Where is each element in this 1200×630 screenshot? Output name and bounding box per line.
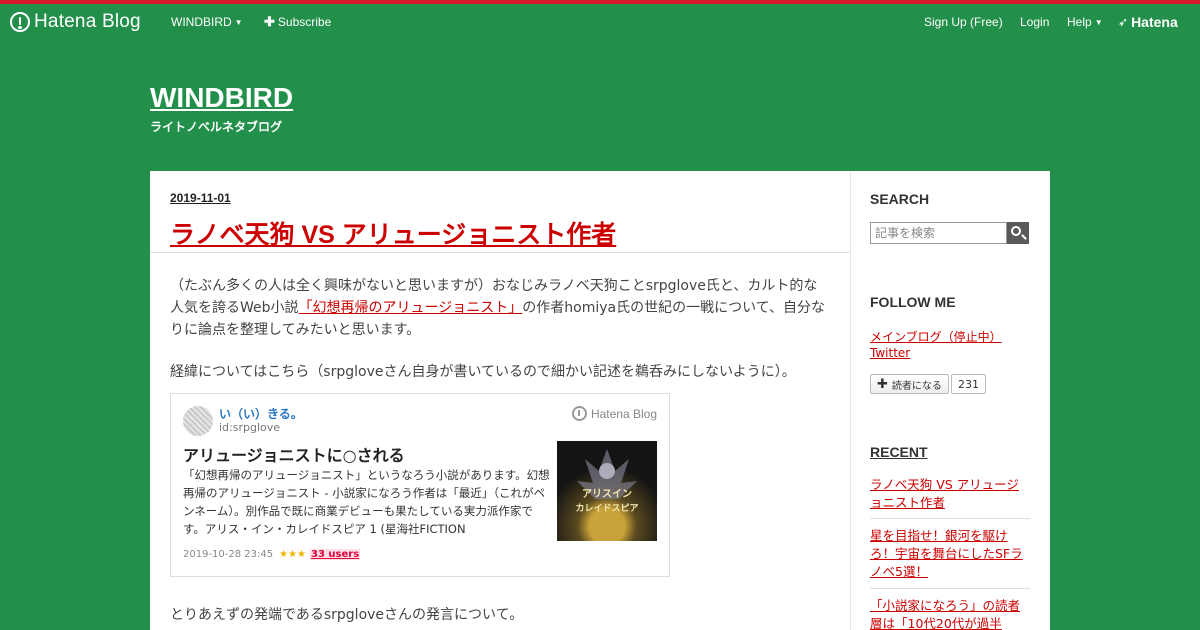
hatena-blog-logo[interactable]: Hatena Blog xyxy=(10,4,141,40)
search-icon xyxy=(1011,226,1021,236)
sidebar: SEARCH FOLLOW ME メインブログ（停止中） Twitter ✚ 読… xyxy=(850,171,1050,630)
hatena-blog-logo-icon xyxy=(10,12,30,32)
card-timestamp: 2019-10-28 23:45 xyxy=(183,549,274,560)
card-author[interactable]: い（い）きる。 xyxy=(219,405,303,422)
subscribe-reader-button[interactable]: ✚ 読者になる xyxy=(870,374,949,394)
card-excerpt: 「幻想再帰のアリュージョニスト」というなろう小説があります。幻想再帰のアリュージ… xyxy=(183,468,550,536)
caret-down-icon: ▼ xyxy=(234,17,243,27)
post-paragraph-3: とりあえずの発端であるsrpgloveさんの発言について。 xyxy=(170,607,524,623)
hatena-bird-icon: ➶ xyxy=(1118,15,1129,29)
post-paragraph-1: （たぶん多くの人は全く興味がないと思いますが）おなじみラノベ天狗ことsrpglo… xyxy=(170,275,830,341)
book-cover-illustration: アリスイン カレイドスピア xyxy=(575,449,639,514)
card-brand-text: Hatena Blog xyxy=(590,406,657,421)
recent-heading[interactable]: RECENT xyxy=(870,444,928,460)
cover-title-line-1: アリスイン xyxy=(582,488,632,500)
signup-link[interactable]: Sign Up (Free) xyxy=(924,4,1003,40)
card-meta: 2019-10-28 23:45 ★★★ 33 users xyxy=(183,549,361,560)
search-heading: SEARCH xyxy=(870,191,930,207)
card-title[interactable]: アリュージョニストに○される xyxy=(183,442,405,466)
avatar[interactable] xyxy=(183,406,213,436)
recent-post-link[interactable]: 星を目指せ！銀河を駆けろ！宇宙を舞台にしたSFラノベ5選！ xyxy=(870,527,1030,581)
hatena-blog-logo-text: Hatena Blog xyxy=(34,11,141,32)
star-icon: ★★★ xyxy=(279,549,307,560)
bookmark-users-count[interactable]: 33 users xyxy=(310,549,361,560)
reader-count-badge: 231 xyxy=(951,374,986,394)
recent-post-link[interactable]: ラノベ天狗 VS アリュージョニスト作者 xyxy=(870,476,1030,512)
plus-icon: ✚ xyxy=(877,376,888,392)
divider xyxy=(870,518,1030,519)
hatena-blog-logo-icon xyxy=(571,406,587,421)
cover-title-line-2: カレイドスピア xyxy=(575,502,638,514)
divider xyxy=(870,588,1030,589)
card-brand: Hatena Blog xyxy=(571,406,657,421)
help-label: Help xyxy=(1067,15,1092,29)
embedded-blog-card[interactable]: い（い）きる。 id:srpglove Hatena Blog アリュージョニス… xyxy=(170,393,670,577)
help-dropdown[interactable]: Help ▼ xyxy=(1067,4,1103,40)
twitter-link[interactable]: Twitter xyxy=(870,346,910,360)
search-input[interactable] xyxy=(870,222,1007,244)
main-content: 2019-11-01 ラノベ天狗 VS アリュージョニスト作者 （たぶん多くの人… xyxy=(150,171,850,630)
hatena-navbar: Hatena Blog WINDBIRD ▼ ✚ Subscribe Sign … xyxy=(0,4,1200,40)
recent-post-link[interactable]: 「小説家になろう」の読者層は「10代20代が過半 xyxy=(870,597,1030,630)
hatena-label: Hatena xyxy=(1131,14,1178,30)
search-button[interactable] xyxy=(1007,222,1029,244)
follow-heading: FOLLOW ME xyxy=(870,294,956,310)
hatena-home-link[interactable]: ➶ Hatena xyxy=(1118,4,1178,40)
subscribe-label: Subscribe xyxy=(277,15,332,29)
blog-menu-label: WINDBIRD xyxy=(171,15,232,29)
blog-title[interactable]: WINDBIRD xyxy=(150,82,293,114)
login-link[interactable]: Login xyxy=(1020,4,1049,40)
post-title[interactable]: ラノベ天狗 VS アリュージョニスト作者 xyxy=(170,215,616,251)
subscribe-button[interactable]: ✚ Subscribe xyxy=(264,4,331,40)
card-author-id: id:srpglove xyxy=(219,421,281,434)
caret-down-icon: ▼ xyxy=(1094,17,1103,27)
main-blog-link[interactable]: メインブログ（停止中） xyxy=(870,328,1002,345)
novel-link[interactable]: 「幻想再帰のアリュージョニスト」 xyxy=(299,300,523,316)
blog-menu-dropdown[interactable]: WINDBIRD ▼ xyxy=(171,4,243,40)
card-thumbnail[interactable]: アリスイン カレイドスピア xyxy=(557,441,657,541)
blog-description: ライトノベルネタブログ xyxy=(150,120,283,134)
plus-icon: ✚ xyxy=(264,14,275,29)
reader-button-label: 読者になる xyxy=(891,380,942,392)
post-header: 2019-11-01 ラノベ天狗 VS アリュージョニスト作者 xyxy=(150,171,850,253)
post-date[interactable]: 2019-11-01 xyxy=(170,191,231,205)
post-paragraph-2: 経緯についてはこちら（srpgloveさん自身が書いているので細かい記述を鵜呑み… xyxy=(170,364,796,380)
